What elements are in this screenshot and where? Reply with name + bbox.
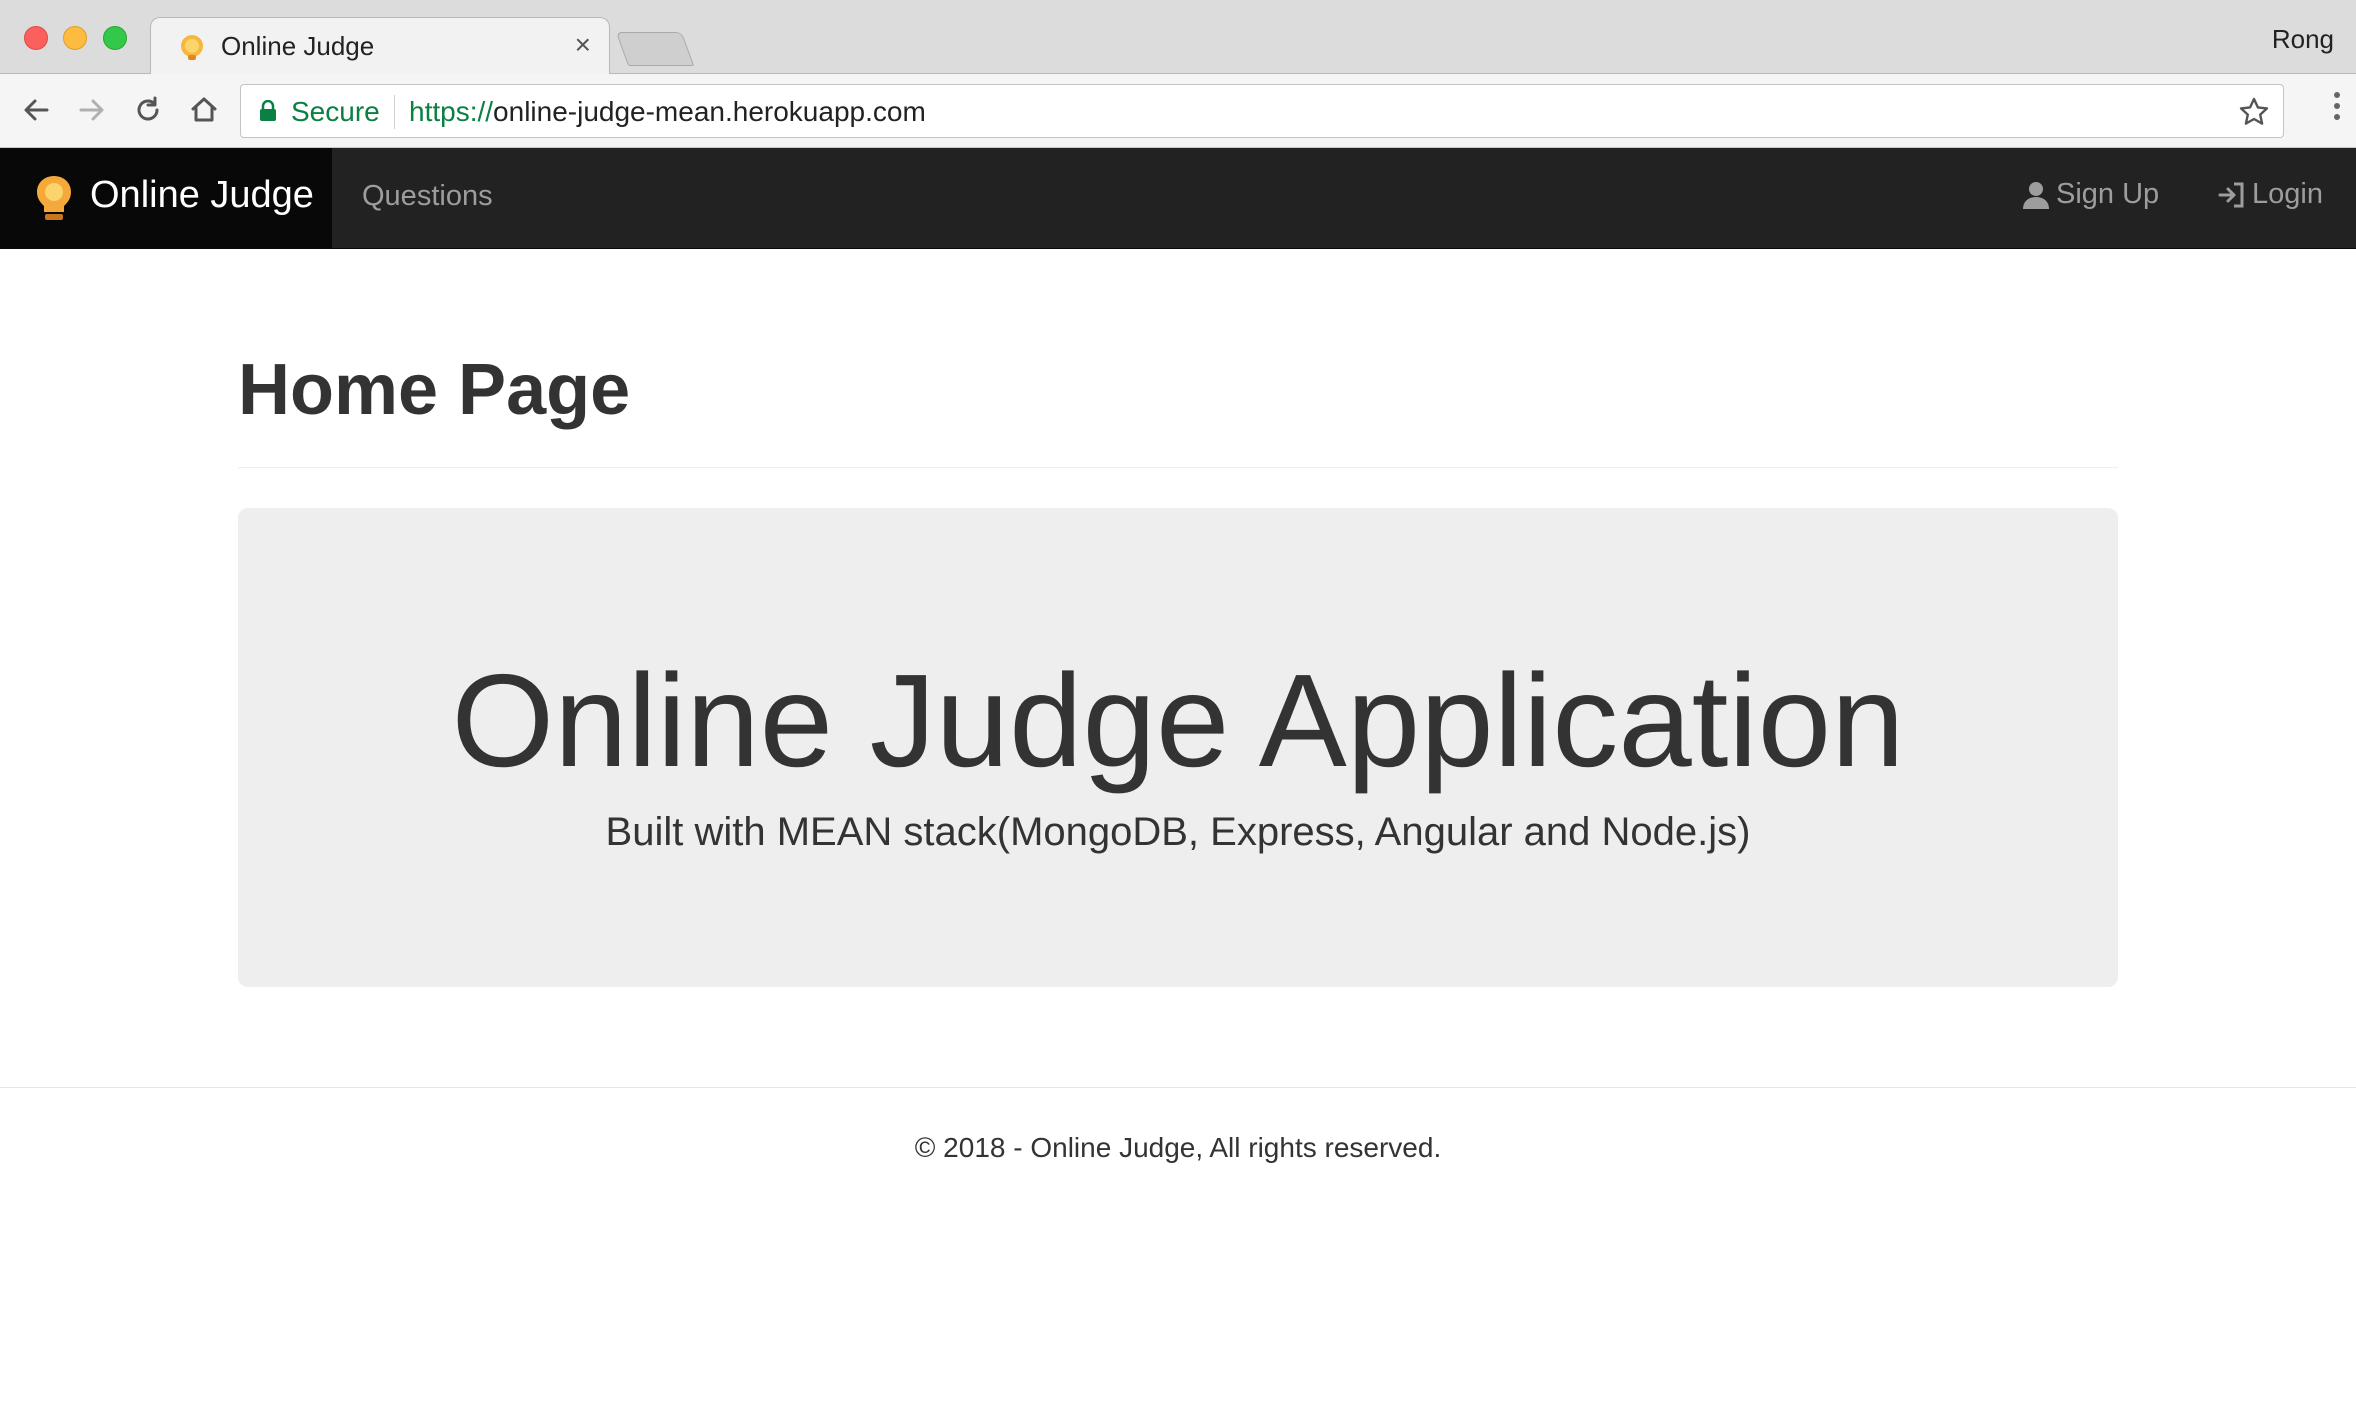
page-title: Home Page <box>238 350 631 430</box>
url-divider <box>394 95 395 129</box>
sign-up-label: Sign Up <box>2056 178 2160 210</box>
page-header: Home Page <box>238 330 2118 468</box>
login-icon <box>2218 182 2244 207</box>
home-icon <box>191 97 217 122</box>
browser-tab-strip: Online Judge × Rong <box>0 0 2356 75</box>
login-label: Login <box>2252 178 2323 210</box>
tab-close-icon[interactable]: × <box>575 30 591 60</box>
jumbotron: Online Judge Application Built with MEAN… <box>238 508 2118 987</box>
menu-icon[interactable] <box>2332 92 2342 128</box>
navbar-brand[interactable]: Online Judge <box>0 148 332 248</box>
url-scheme: https:// <box>409 96 494 127</box>
back-button[interactable] <box>16 90 56 130</box>
address-bar[interactable]: Secure https://online-judge-mean.herokua… <box>240 84 2284 138</box>
user-icon <box>2023 181 2049 209</box>
sign-up-link[interactable]: Sign Up <box>2022 178 2159 211</box>
jumbotron-subtitle: Built with MEAN stack(MongoDB, Express, … <box>605 810 1751 854</box>
zoom-window-button[interactable] <box>103 26 127 50</box>
site-navbar: Online Judge Questions Sign Up Login <box>0 148 2356 249</box>
new-tab-button[interactable] <box>615 32 695 66</box>
footer-copyright: © 2018 - Online Judge, All rights reserv… <box>914 1132 1442 1163</box>
back-icon <box>24 99 49 121</box>
secure-label: Secure <box>291 96 380 127</box>
footer: © 2018 - Online Judge, All rights reserv… <box>0 1087 2356 1404</box>
minimize-window-button[interactable] <box>63 26 87 50</box>
lightbulb-logo-icon <box>37 176 71 220</box>
jumbotron-title: Online Judge Application <box>451 647 1905 794</box>
reload-icon <box>137 96 159 121</box>
brand-name: Online Judge <box>90 174 314 216</box>
home-button[interactable] <box>184 90 224 130</box>
browser-tab-active[interactable]: Online Judge × <box>150 17 610 75</box>
star-icon[interactable] <box>2237 95 2271 129</box>
forward-icon <box>79 99 104 121</box>
profile-name[interactable]: Rong <box>2272 24 2334 55</box>
tab-title: Online Judge <box>221 31 375 61</box>
reload-button[interactable] <box>128 90 168 130</box>
url-host: online-judge-mean.herokuapp.com <box>493 96 926 127</box>
browser-toolbar: Secure https://online-judge-mean.herokua… <box>0 74 2356 148</box>
lightbulb-favicon-icon <box>181 35 203 60</box>
login-link[interactable]: Login <box>2218 178 2323 211</box>
lock-icon <box>260 100 276 121</box>
nav-link-questions[interactable]: Questions <box>362 180 493 213</box>
url-text[interactable]: https://online-judge-mean.herokuapp.com <box>409 96 926 128</box>
close-window-button[interactable] <box>24 26 48 50</box>
forward-button[interactable] <box>72 90 112 130</box>
